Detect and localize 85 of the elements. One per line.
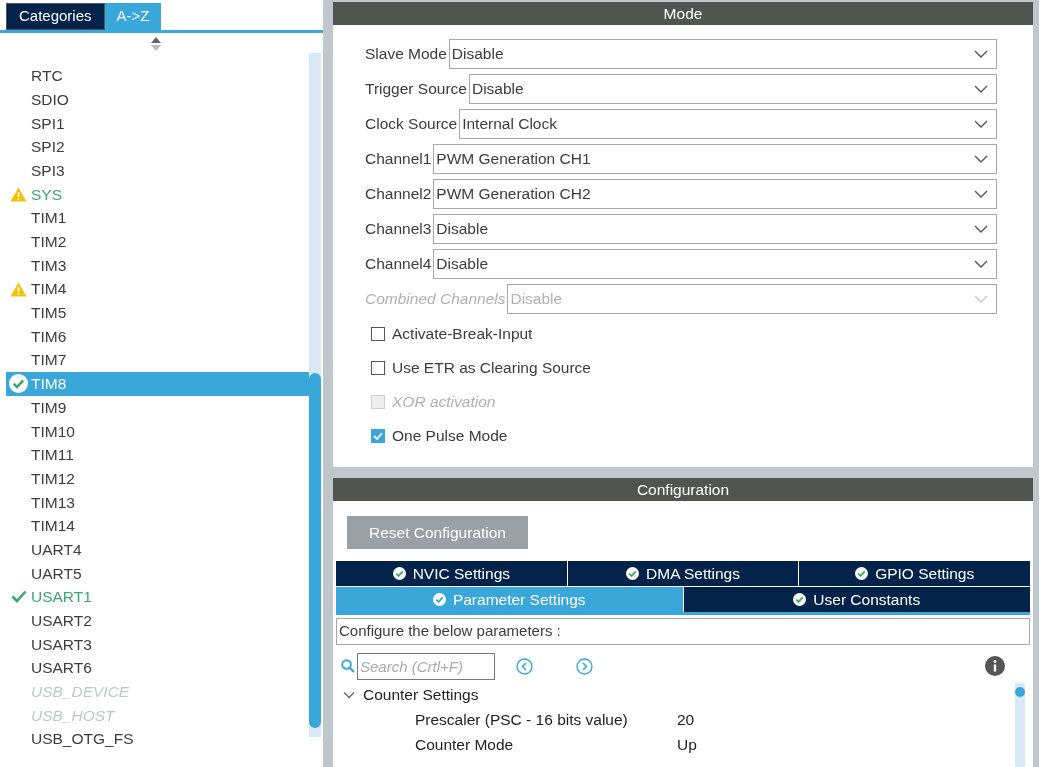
chevron-down-icon (974, 50, 988, 58)
peripheral-list-item[interactable]: TIM14 (6, 514, 309, 538)
chevron-down-icon (974, 190, 988, 198)
peripheral-list-item[interactable]: TIM7 (6, 348, 309, 372)
peripheral-list-item[interactable]: USART3 (6, 632, 309, 657)
check-circle-icon (432, 593, 446, 606)
parameter-name: Counter Mode (415, 734, 515, 755)
peripheral-list-item[interactable]: USB_OTG_FS (6, 727, 309, 751)
chevron-down-icon (974, 155, 988, 163)
checkbox[interactable] (371, 327, 385, 341)
check-circle-icon (626, 567, 640, 580)
dropdown-select[interactable]: PWM Generation CH2 (433, 179, 997, 209)
field-label: Trigger Source (365, 79, 467, 100)
peripheral-list-item[interactable]: USART2 (6, 608, 309, 633)
dropdown-select[interactable]: PWM Generation CH1 (433, 144, 997, 174)
field-label: Channel2 (365, 184, 432, 205)
peripheral-list-item[interactable]: TIM1 (6, 206, 309, 230)
field-label: Channel4 (365, 254, 432, 275)
field-label: Clock Source (365, 114, 458, 135)
chevron-down-icon[interactable] (343, 689, 355, 701)
field-label: Slave Mode (365, 44, 447, 65)
checkbox-label: XOR activation (392, 392, 496, 413)
peripheral-list-item[interactable]: TIM13 (6, 490, 309, 515)
dropdown-select[interactable]: Disable (433, 249, 997, 279)
panel-header: Configuration (333, 478, 1033, 501)
peripheral-list-item[interactable]: UART5 (6, 561, 309, 586)
dropdown-select[interactable]: Disable (448, 39, 997, 69)
peripheral-list-item[interactable]: TIM4 (6, 277, 309, 301)
check-circle-icon (392, 567, 406, 580)
sort-icon (151, 37, 161, 51)
parameter-value: Up (677, 734, 697, 755)
field-label: Channel1 (365, 149, 432, 170)
scrollbar[interactable] (1015, 683, 1025, 767)
scrollbar[interactable] (309, 53, 321, 737)
check-circle-icon (793, 593, 807, 606)
peripheral-list-item[interactable]: SPI3 (6, 158, 309, 183)
search-icon (341, 659, 355, 673)
peripheral-list-item[interactable]: USART6 (6, 656, 309, 680)
info-icon[interactable] (985, 656, 1005, 676)
checkbox[interactable] (371, 429, 385, 443)
peripheral-list-item[interactable]: TIM10 (6, 419, 309, 443)
dropdown-select[interactable]: Internal Clock (459, 109, 997, 139)
field-label: Channel3 (365, 219, 432, 240)
checkbox[interactable] (371, 361, 385, 375)
checkbox-label: Use ETR as Clearing Source (392, 358, 591, 379)
search-field[interactable]: Search (Crtl+F) (357, 652, 495, 680)
parameter-value: 20 (677, 709, 695, 730)
peripheral-list-item[interactable]: SPI2 (6, 135, 309, 159)
check-icon (10, 590, 27, 604)
chevron-down-icon (974, 260, 988, 268)
settings-tab[interactable]: NVIC Settings (336, 561, 567, 586)
peripheral-list-item[interactable]: TIM11 (6, 443, 309, 467)
tree-group-label: Counter Settings (363, 685, 479, 706)
peripheral-list-item[interactable]: TIM6 (6, 324, 309, 349)
scrollbar-thumb[interactable] (309, 373, 321, 728)
peripheral-list-item[interactable]: TIM5 (6, 300, 309, 325)
warning-icon (10, 281, 27, 297)
description-box: Configure the below parameters : (336, 618, 1030, 645)
peripheral-list-item[interactable]: SPI1 (6, 111, 309, 136)
dropdown-select[interactable]: Disable (433, 214, 997, 244)
peripheral-list-item[interactable]: TIM3 (6, 253, 309, 278)
parameter-name: Prescaler (PSC - 16 bits value) (415, 709, 629, 730)
scrollbar-thumb[interactable] (1015, 687, 1025, 697)
peripheral-list-item[interactable]: UART4 (6, 537, 309, 562)
settings-tab[interactable]: User Constants (683, 587, 1030, 612)
peripheral-list-item[interactable]: SDIO (6, 87, 309, 112)
peripheral-list-item[interactable]: TIM2 (6, 229, 309, 254)
warning-icon (10, 186, 27, 202)
settings-tab[interactable]: GPIO Settings (799, 561, 1030, 586)
peripheral-list-item[interactable]: TIM9 (6, 395, 309, 420)
peripheral-list-item[interactable]: RTC (6, 64, 309, 88)
check-circle-icon (9, 374, 28, 394)
panel-header: Mode (333, 2, 1033, 25)
check-circle-icon (855, 567, 869, 580)
peripheral-list-item[interactable]: TIM12 (6, 466, 309, 491)
dropdown-select[interactable]: Disable (468, 74, 997, 104)
chevron-down-icon (974, 120, 988, 128)
checkbox-label: One Pulse Mode (392, 426, 508, 447)
field-label: Combined Channels (365, 289, 506, 310)
chevron-down-icon (974, 85, 988, 93)
sidebar-tab[interactable]: Categories (6, 3, 105, 30)
chevron-down-icon (974, 295, 988, 303)
settings-tab[interactable]: DMA Settings (567, 561, 799, 586)
checkbox-label: Activate-Break-Input (392, 324, 533, 345)
chevron-down-icon (974, 225, 988, 233)
